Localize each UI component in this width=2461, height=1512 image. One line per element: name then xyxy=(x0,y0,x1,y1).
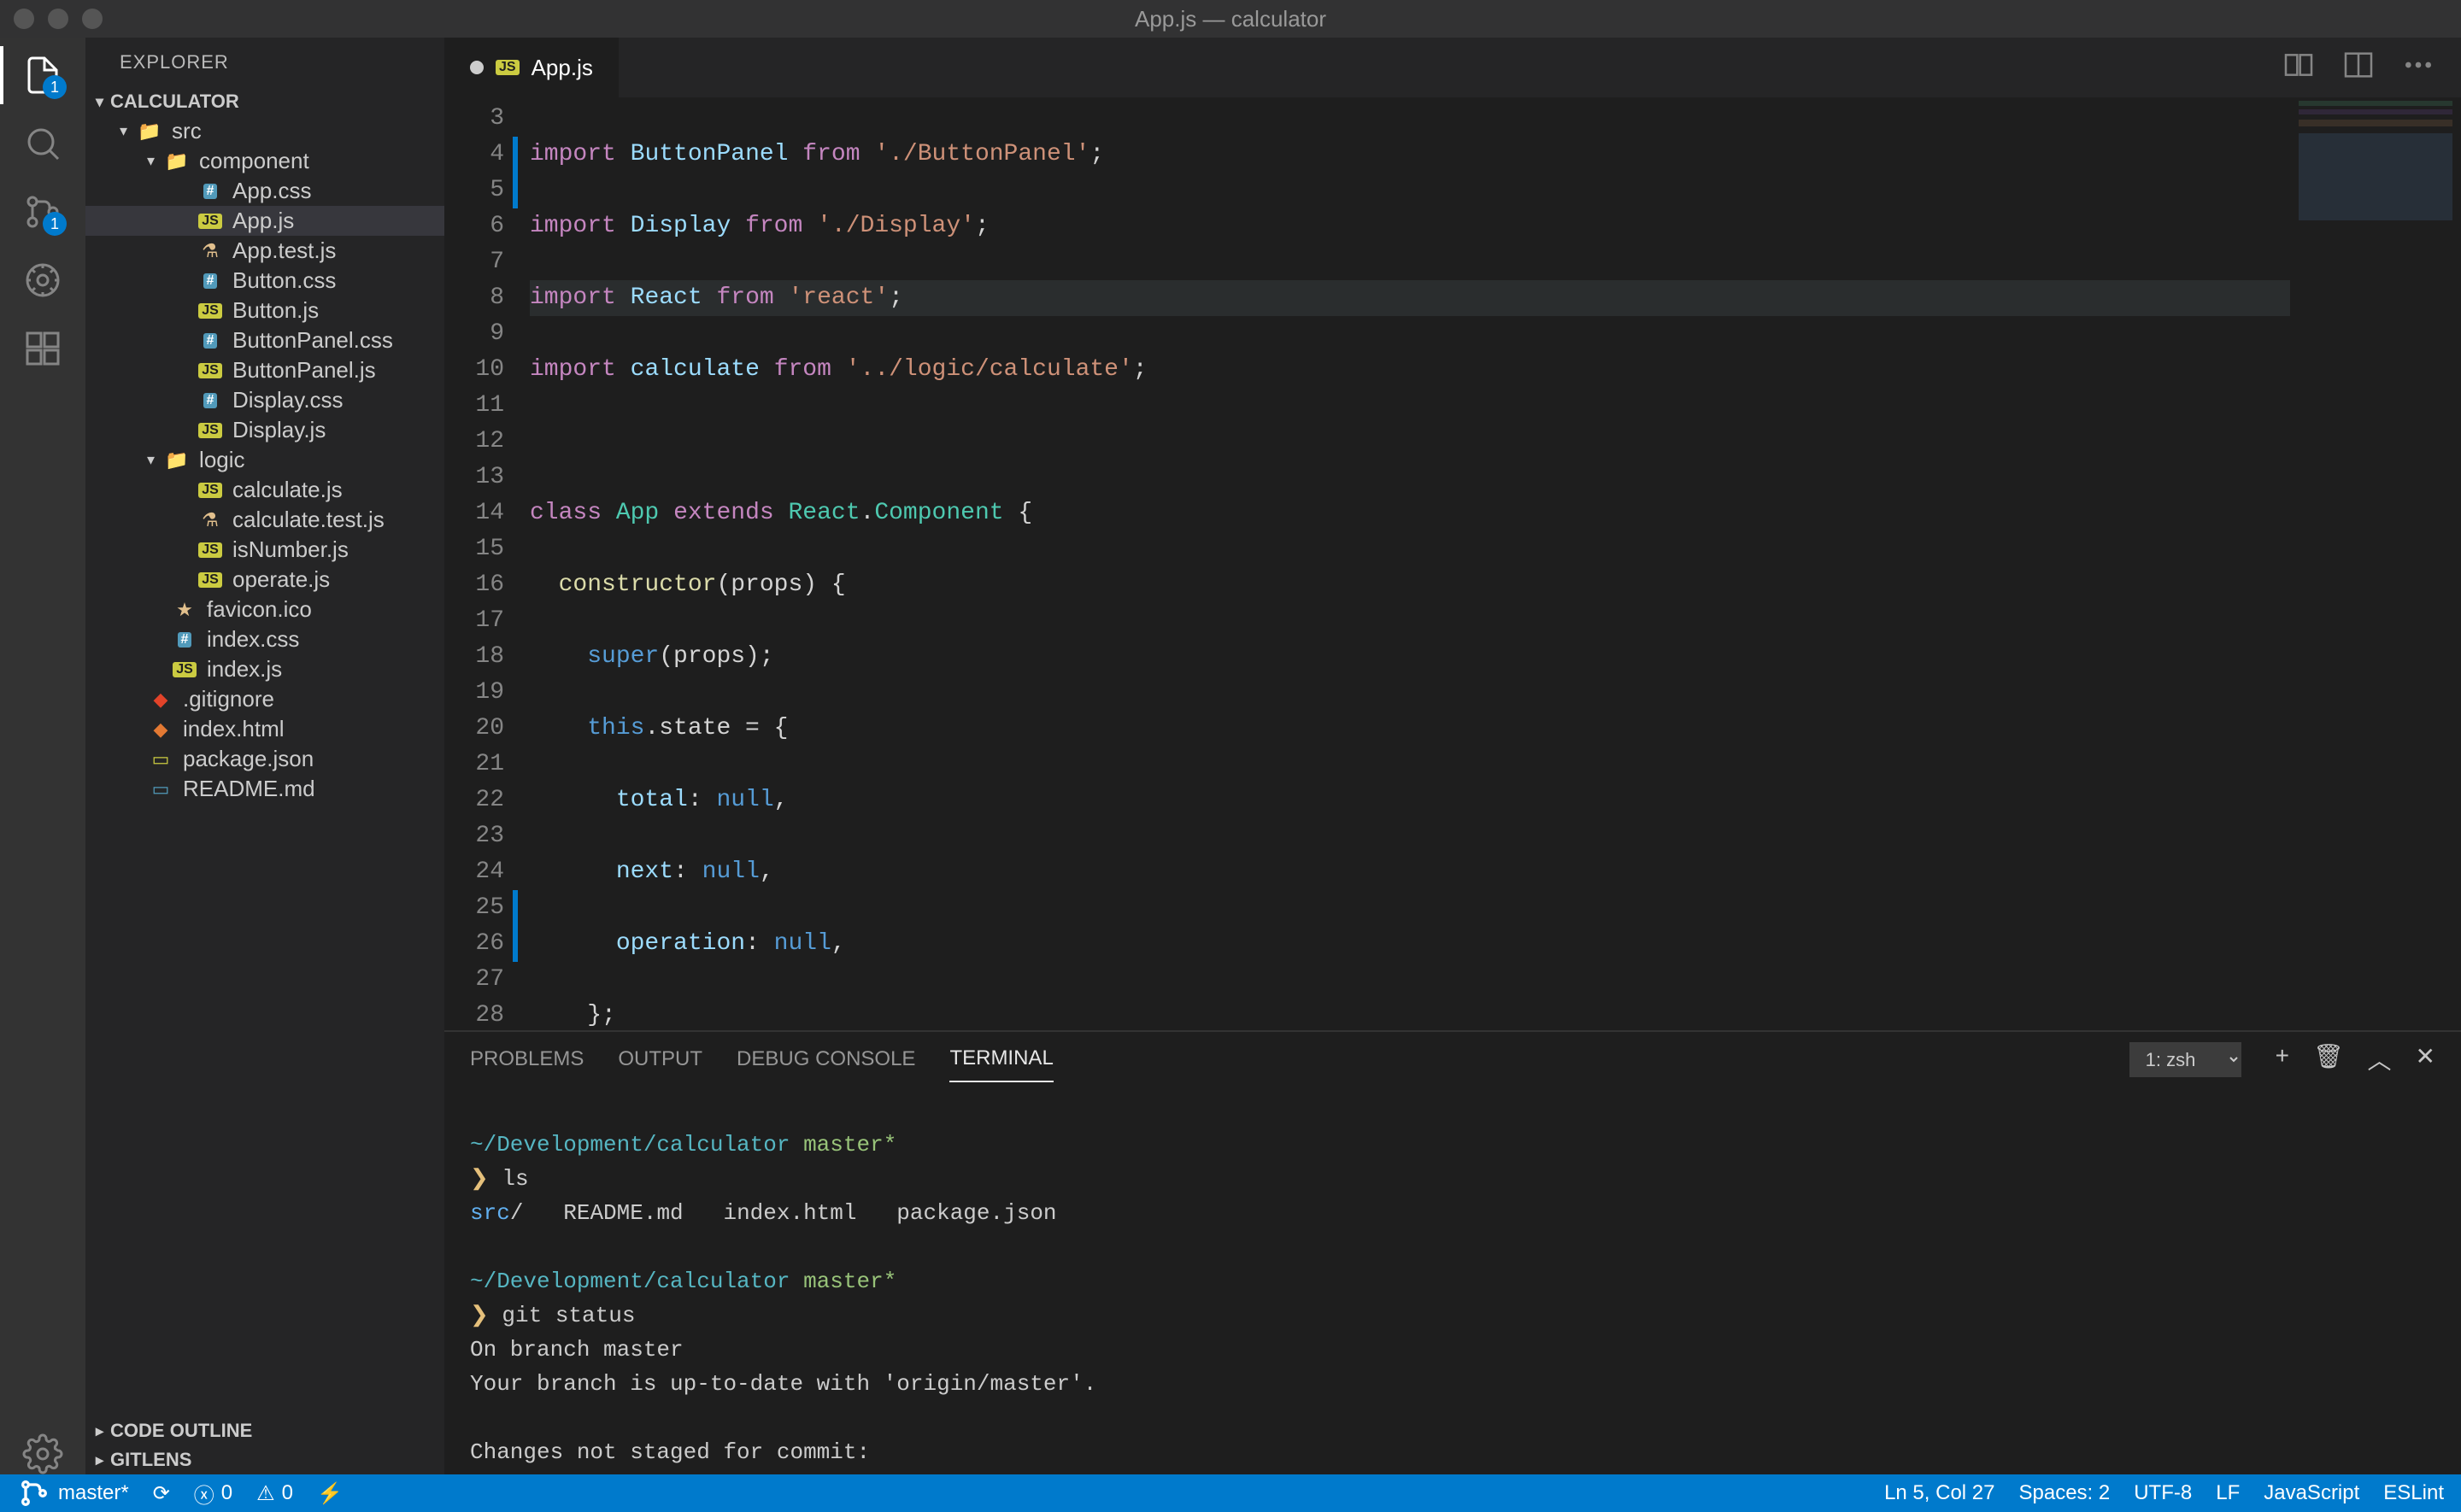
status-live[interactable]: ⚡ xyxy=(317,1481,343,1506)
minimize-window-button[interactable] xyxy=(48,9,68,29)
file-tree: ▾📁src ▾📁component #App.css JSApp.js ⚗App… xyxy=(85,116,444,1416)
new-terminal-icon[interactable]: + xyxy=(2276,1042,2289,1076)
more-actions-icon[interactable] xyxy=(2401,48,2435,88)
file-app-test[interactable]: ⚗App.test.js xyxy=(85,236,444,266)
file-readme[interactable]: ▭README.md xyxy=(85,774,444,804)
kill-terminal-icon[interactable]: 🗑 xyxy=(2313,1042,2344,1076)
status-encoding[interactable]: UTF-8 xyxy=(2134,1481,2192,1505)
editor-tabs: JS App.js xyxy=(444,38,2461,97)
status-eol[interactable]: LF xyxy=(2216,1481,2240,1505)
tab-output[interactable]: OUTPUT xyxy=(618,1037,702,1081)
file-calculate-js[interactable]: JScalculate.js xyxy=(85,475,444,505)
extensions-icon[interactable] xyxy=(22,328,63,369)
line-gutter: 3456789101112131415161718192021222324252… xyxy=(444,97,530,1030)
maximize-panel-icon[interactable]: ︿ xyxy=(2368,1042,2392,1076)
search-icon[interactable] xyxy=(22,123,63,164)
terminal-picker[interactable]: 1: zsh xyxy=(2129,1042,2241,1077)
explorer-badge: 1 xyxy=(43,75,67,99)
source-control-icon[interactable]: 1 xyxy=(22,191,63,232)
folder-root-header[interactable]: ▾CALCULATOR xyxy=(85,87,444,116)
status-warnings[interactable]: ⚠ 0 xyxy=(256,1481,293,1506)
status-cursor[interactable]: Ln 5, Col 27 xyxy=(1884,1481,1994,1505)
tab-problems[interactable]: PROBLEMS xyxy=(470,1037,584,1081)
js-file-icon: JS xyxy=(496,60,520,75)
close-window-button[interactable] xyxy=(14,9,34,29)
sidebar: EXPLORER ▾CALCULATOR ▾📁src ▾📁component #… xyxy=(85,38,444,1474)
folder-logic[interactable]: ▾📁logic xyxy=(85,445,444,475)
editor-area: JS App.js 345678910111213141516171819202… xyxy=(444,38,2461,1474)
status-sync[interactable]: ⟳ xyxy=(153,1481,170,1506)
file-buttonpanel-js[interactable]: JSButtonPanel.js xyxy=(85,355,444,385)
tab-app-js[interactable]: JS App.js xyxy=(444,38,620,97)
file-gitignore[interactable]: ◆.gitignore xyxy=(85,684,444,714)
folder-component[interactable]: ▾📁component xyxy=(85,146,444,176)
file-index-js[interactable]: JSindex.js xyxy=(85,654,444,684)
editor-body[interactable]: 3456789101112131415161718192021222324252… xyxy=(444,97,2461,1030)
window-title: App.js — calculator xyxy=(1135,6,1326,32)
status-branch[interactable]: master* xyxy=(17,1476,129,1510)
file-favicon[interactable]: ★favicon.ico xyxy=(85,595,444,624)
file-operate-js[interactable]: JSoperate.js xyxy=(85,565,444,595)
file-button-js[interactable]: JSButton.js xyxy=(85,296,444,325)
dirty-indicator-icon xyxy=(470,61,484,74)
scm-badge: 1 xyxy=(43,212,67,236)
file-button-css[interactable]: #Button.css xyxy=(85,266,444,296)
titlebar: App.js — calculator xyxy=(0,0,2461,38)
status-errors[interactable]: ⓧ 0 xyxy=(194,1479,232,1509)
file-display-css[interactable]: #Display.css xyxy=(85,385,444,415)
compare-changes-icon[interactable] xyxy=(2282,48,2316,88)
bottom-panel: PROBLEMS OUTPUT DEBUG CONSOLE TERMINAL 1… xyxy=(444,1030,2461,1474)
close-panel-icon[interactable]: ✕ xyxy=(2416,1042,2435,1076)
code-content[interactable]: import ButtonPanel from './ButtonPanel';… xyxy=(530,97,2290,1030)
file-index-html[interactable]: ◆index.html xyxy=(85,714,444,744)
tab-label: App.js xyxy=(532,55,593,81)
file-app-js[interactable]: JSApp.js xyxy=(85,206,444,236)
panel-tabs: PROBLEMS OUTPUT DEBUG CONSOLE TERMINAL 1… xyxy=(444,1032,2461,1087)
root-label: CALCULATOR xyxy=(110,91,239,113)
settings-gear-icon[interactable] xyxy=(22,1433,63,1474)
file-index-css[interactable]: #index.css xyxy=(85,624,444,654)
status-language[interactable]: JavaScript xyxy=(2264,1481,2359,1505)
status-bar: master* ⟳ ⓧ 0 ⚠ 0 ⚡ Ln 5, Col 27 Spaces:… xyxy=(0,1474,2461,1512)
status-indent[interactable]: Spaces: 2 xyxy=(2018,1481,2110,1505)
split-editor-icon[interactable] xyxy=(2341,48,2376,88)
explorer-icon[interactable]: 1 xyxy=(22,55,63,96)
tab-terminal[interactable]: TERMINAL xyxy=(949,1036,1053,1082)
gitlens-header[interactable]: ▸GITLENS xyxy=(85,1445,444,1474)
file-package-json[interactable]: ▭package.json xyxy=(85,744,444,774)
file-calculate-test[interactable]: ⚗calculate.test.js xyxy=(85,505,444,535)
debug-icon[interactable] xyxy=(22,260,63,301)
traffic-lights xyxy=(14,9,103,29)
activity-bar: 1 1 xyxy=(0,38,85,1474)
file-app-css[interactable]: #App.css xyxy=(85,176,444,206)
file-isnumber-js[interactable]: JSisNumber.js xyxy=(85,535,444,565)
sidebar-title: EXPLORER xyxy=(85,38,444,87)
folder-src[interactable]: ▾📁src xyxy=(85,116,444,146)
status-eslint[interactable]: ESLint xyxy=(2383,1481,2444,1505)
maximize-window-button[interactable] xyxy=(82,9,103,29)
tab-debug-console[interactable]: DEBUG CONSOLE xyxy=(737,1037,915,1081)
code-outline-header[interactable]: ▸CODE OUTLINE xyxy=(85,1416,444,1445)
file-display-js[interactable]: JSDisplay.js xyxy=(85,415,444,445)
file-buttonpanel-css[interactable]: #ButtonPanel.css xyxy=(85,325,444,355)
minimap[interactable] xyxy=(2290,97,2461,1030)
terminal-output[interactable]: ~/Development/calculator master* ❯ ls sr… xyxy=(444,1087,2461,1474)
